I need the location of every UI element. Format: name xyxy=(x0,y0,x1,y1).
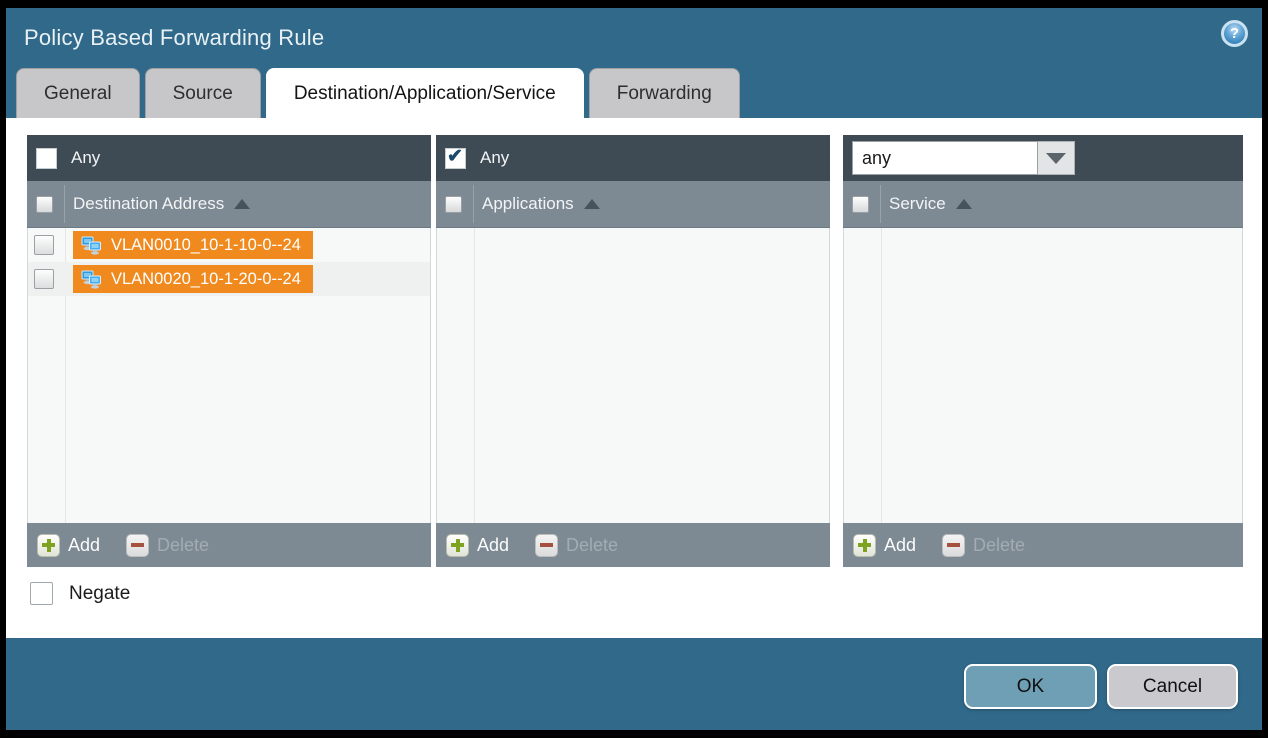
table-row: VLAN0020_10-1-20-0--24 xyxy=(28,262,430,296)
applications-column-label: Applications xyxy=(482,194,574,214)
destination-any-bar: Any xyxy=(27,135,431,181)
help-icon[interactable]: ? xyxy=(1221,20,1248,47)
tab-content: Any Destination Address xyxy=(6,118,1262,638)
applications-any-label: Any xyxy=(480,148,509,168)
plus-icon xyxy=(446,534,469,557)
applications-any-checkbox[interactable] xyxy=(445,148,466,169)
destination-address-item[interactable]: VLAN0020_10-1-20-0--24 xyxy=(73,265,313,293)
destination-panel: Any Destination Address xyxy=(27,135,431,567)
add-button[interactable]: Add xyxy=(37,534,100,557)
title-bar: Policy Based Forwarding Rule ? xyxy=(6,8,1262,68)
service-column-label: Service xyxy=(889,194,946,214)
tab-general[interactable]: General xyxy=(16,68,140,118)
chevron-down-icon xyxy=(1046,153,1066,164)
destination-address-list: VLAN0010_10-1-10-0--24 xyxy=(27,228,431,523)
destination-column-header: Destination Address xyxy=(27,181,431,228)
negate-checkbox[interactable] xyxy=(30,582,53,605)
cancel-button[interactable]: Cancel xyxy=(1107,664,1238,709)
destination-column-label: Destination Address xyxy=(73,194,224,214)
destination-address-label: VLAN0010_10-1-10-0--24 xyxy=(111,236,301,255)
tab-destination-application-service[interactable]: Destination/Application/Service xyxy=(266,68,584,118)
table-row: VLAN0010_10-1-10-0--24 xyxy=(28,228,430,262)
applications-any-bar: Any xyxy=(436,135,830,181)
delete-button[interactable]: Delete xyxy=(942,534,1025,557)
minus-icon xyxy=(942,534,965,557)
dialog-title: Policy Based Forwarding Rule xyxy=(24,25,324,51)
network-address-icon xyxy=(81,270,102,289)
plus-icon xyxy=(37,534,60,557)
tab-forwarding[interactable]: Forwarding xyxy=(589,68,740,118)
sort-ascending-icon[interactable] xyxy=(234,199,250,209)
delete-button[interactable]: Delete xyxy=(535,534,618,557)
add-label: Add xyxy=(68,535,100,556)
tab-source[interactable]: Source xyxy=(145,68,261,118)
minus-icon xyxy=(535,534,558,557)
destination-actions-bar: Add Delete xyxy=(27,523,431,567)
delete-label: Delete xyxy=(973,535,1025,556)
add-label: Add xyxy=(884,535,916,556)
service-list xyxy=(843,228,1243,523)
dialog-footer: OK Cancel xyxy=(6,638,1262,730)
delete-label: Delete xyxy=(157,535,209,556)
destination-address-item[interactable]: VLAN0010_10-1-10-0--24 xyxy=(73,231,313,259)
service-column-header: Service xyxy=(843,181,1243,228)
delete-button[interactable]: Delete xyxy=(126,534,209,557)
service-actions-bar: Add Delete xyxy=(843,523,1243,567)
applications-select-all-checkbox[interactable] xyxy=(445,196,462,213)
service-dropdown: any xyxy=(852,141,1075,175)
add-button[interactable]: Add xyxy=(853,534,916,557)
add-button[interactable]: Add xyxy=(446,534,509,557)
negate-label: Negate xyxy=(69,583,130,605)
service-panel: any Service Add Delete xyxy=(843,135,1243,567)
destination-any-label: Any xyxy=(71,148,100,168)
sort-ascending-icon[interactable] xyxy=(584,199,600,209)
destination-address-label: VLAN0020_10-1-20-0--24 xyxy=(111,270,301,289)
destination-any-checkbox[interactable] xyxy=(36,148,57,169)
applications-column-header: Applications xyxy=(436,181,830,228)
row-checkbox[interactable] xyxy=(34,269,54,289)
network-address-icon xyxy=(81,236,102,255)
add-label: Add xyxy=(477,535,509,556)
negate-option: Negate xyxy=(30,582,130,605)
destination-select-all-checkbox[interactable] xyxy=(36,196,53,213)
service-dropdown-bar: any xyxy=(843,135,1243,181)
minus-icon xyxy=(126,534,149,557)
sort-ascending-icon[interactable] xyxy=(956,199,972,209)
tab-bar: General Source Destination/Application/S… xyxy=(6,68,1262,118)
service-dropdown-button[interactable] xyxy=(1038,141,1075,175)
service-dropdown-value[interactable]: any xyxy=(852,141,1038,175)
ok-button[interactable]: OK xyxy=(964,664,1097,709)
service-select-all-checkbox[interactable] xyxy=(852,196,869,213)
delete-label: Delete xyxy=(566,535,618,556)
plus-icon xyxy=(853,534,876,557)
policy-based-forwarding-dialog: Policy Based Forwarding Rule ? General S… xyxy=(6,8,1262,730)
row-checkbox[interactable] xyxy=(34,235,54,255)
applications-panel: Any Applications Add Delete xyxy=(436,135,830,567)
applications-list xyxy=(436,228,830,523)
applications-actions-bar: Add Delete xyxy=(436,523,830,567)
